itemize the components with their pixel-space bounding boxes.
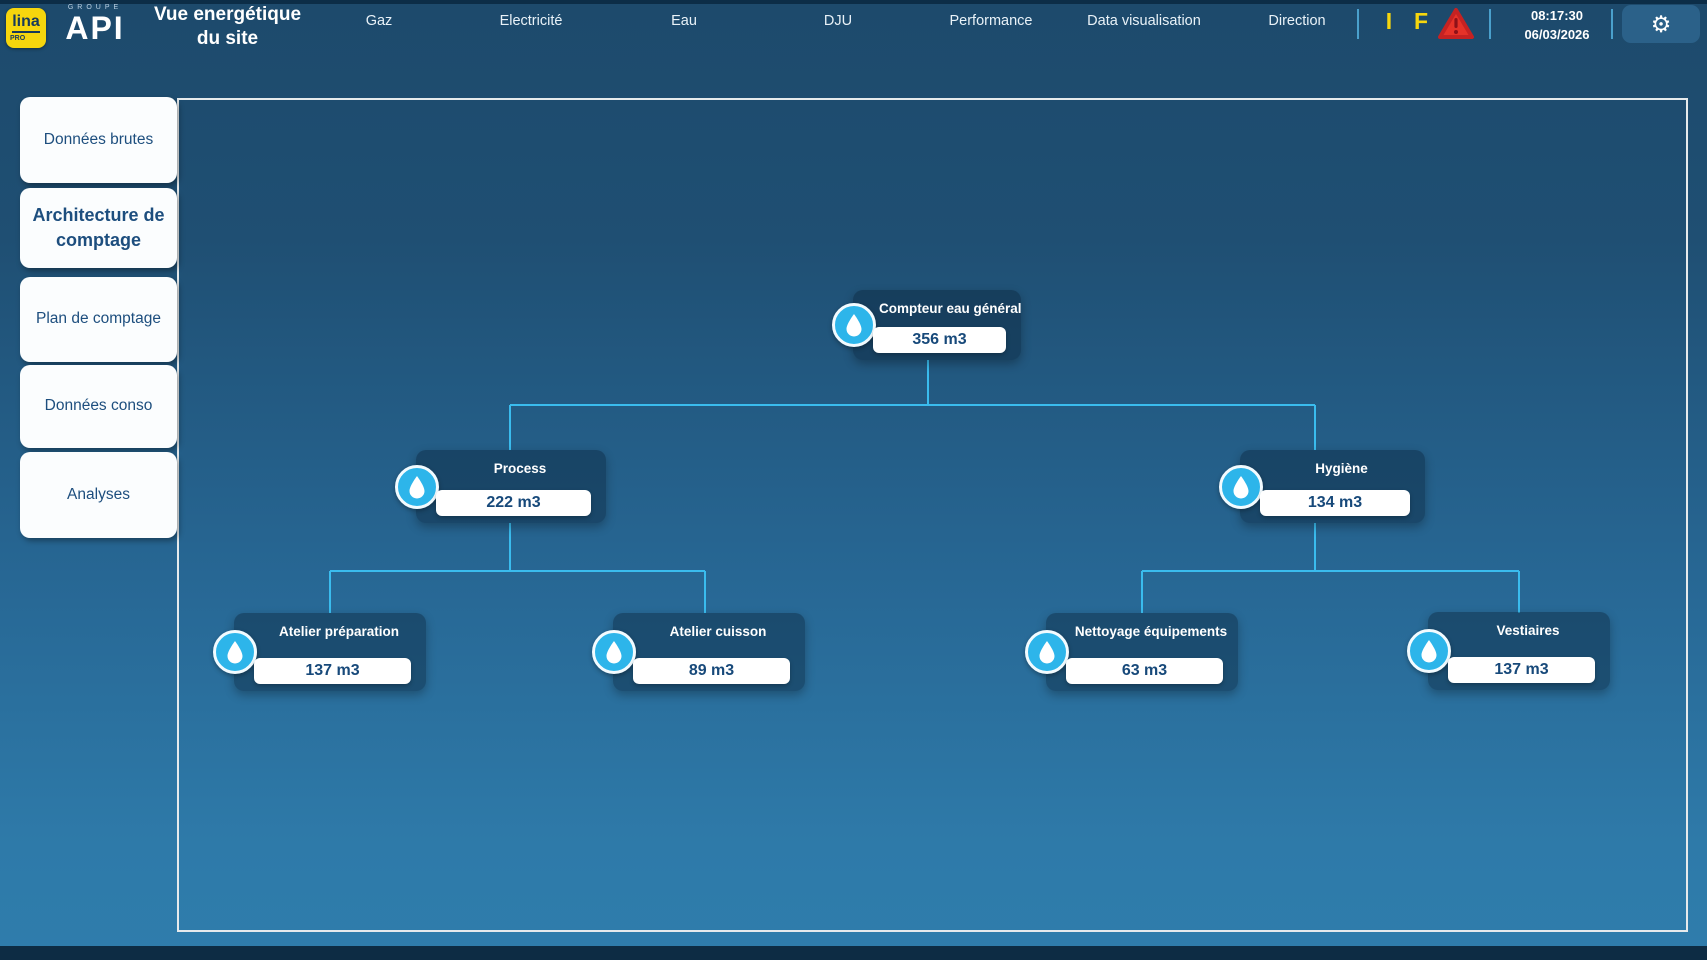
settings-button[interactable]: ⚙ [1622, 5, 1700, 43]
groupe-api-logo: GROUPE API [56, 4, 134, 44]
meter-node-value: 134 m3 [1260, 490, 1410, 516]
lina-logo-text: lina [12, 14, 40, 33]
top-edge-strip [0, 0, 1707, 4]
meter-node-label: Vestiaires [1454, 623, 1602, 638]
warning-triangle-icon[interactable] [1437, 7, 1475, 41]
header-divider [1489, 9, 1491, 39]
header-divider [1357, 9, 1359, 39]
meter-node-label: Atelier cuisson [639, 624, 797, 639]
clock-display: 08:17:30 06/03/2026 [1512, 7, 1602, 45]
clock-date: 06/03/2026 [1512, 26, 1602, 45]
meter-node-label: Compteur eau général [879, 301, 1013, 316]
header-bar: lina PRO GROUPE API Vue energétique du s… [0, 0, 1707, 50]
water-drop-icon [1407, 629, 1451, 673]
nav-item-performance[interactable]: Performance [949, 13, 1032, 29]
header-divider [1611, 9, 1613, 39]
meter-node-process[interactable]: Process 222 m3 [416, 450, 606, 523]
sidebar-tab-donnees-brutes[interactable]: Données brutes [20, 97, 177, 183]
meter-node-value: 356 m3 [873, 327, 1006, 353]
sidebar-tab-plan-de-comptage[interactable]: Plan de comptage [20, 277, 177, 362]
clock-time: 08:17:30 [1512, 7, 1602, 26]
nav-item-direction[interactable]: Direction [1268, 13, 1325, 29]
meter-node-compteur-eau-general[interactable]: Compteur eau général 356 m3 [853, 290, 1021, 360]
water-drop-icon [832, 303, 876, 347]
water-drop-icon [1219, 465, 1263, 509]
sidebar-tab-architecture-de-comptage[interactable]: Architecture de comptage [20, 188, 177, 268]
meter-node-vestiaires[interactable]: Vestiaires 137 m3 [1428, 612, 1610, 690]
bottom-edge-strip [0, 946, 1707, 960]
meter-node-label: Hygiène [1266, 461, 1417, 476]
sidebar-tab-analyses[interactable]: Analyses [20, 452, 177, 538]
main-panel [177, 98, 1688, 932]
meter-node-label: Nettoyage équipements [1072, 624, 1230, 639]
meter-node-nettoyage-equipements[interactable]: Nettoyage équipements 63 m3 [1046, 613, 1238, 691]
nav-item-gaz[interactable]: Gaz [366, 13, 393, 29]
meter-node-value: 63 m3 [1066, 658, 1223, 684]
nav-item-electricite[interactable]: Electricité [500, 13, 563, 29]
nav-item-data-visualisation[interactable]: Data visualisation [1087, 13, 1201, 29]
lina-pro-logo: lina PRO [6, 8, 46, 48]
nav-item-eau[interactable]: Eau [671, 13, 697, 29]
meter-node-value: 137 m3 [1448, 657, 1595, 683]
meter-node-value: 89 m3 [633, 658, 790, 684]
water-drop-icon [213, 630, 257, 674]
indicator-f[interactable]: F [1414, 8, 1428, 35]
nav-item-dju[interactable]: DJU [824, 13, 852, 29]
gear-icon: ⚙ [1651, 13, 1672, 36]
meter-node-label: Atelier préparation [260, 624, 418, 639]
indicator-i[interactable]: I [1386, 8, 1392, 35]
meter-node-atelier-preparation[interactable]: Atelier préparation 137 m3 [234, 613, 426, 691]
meter-node-atelier-cuisson[interactable]: Atelier cuisson 89 m3 [613, 613, 805, 691]
water-drop-icon [1025, 630, 1069, 674]
meter-node-label: Process [442, 461, 598, 476]
api-label: API [56, 12, 134, 44]
water-drop-icon [592, 630, 636, 674]
meter-node-hygiene[interactable]: Hygiène 134 m3 [1240, 450, 1425, 523]
lina-logo-pro-text: PRO [10, 35, 25, 42]
meter-node-value: 222 m3 [436, 490, 591, 516]
sidebar-tab-donnees-conso[interactable]: Données conso [20, 365, 177, 448]
app-root: lina PRO GROUPE API Vue energétique du s… [0, 0, 1707, 960]
water-drop-icon [395, 465, 439, 509]
page-title: Vue energétique du site [145, 3, 310, 51]
meter-node-value: 137 m3 [254, 658, 411, 684]
